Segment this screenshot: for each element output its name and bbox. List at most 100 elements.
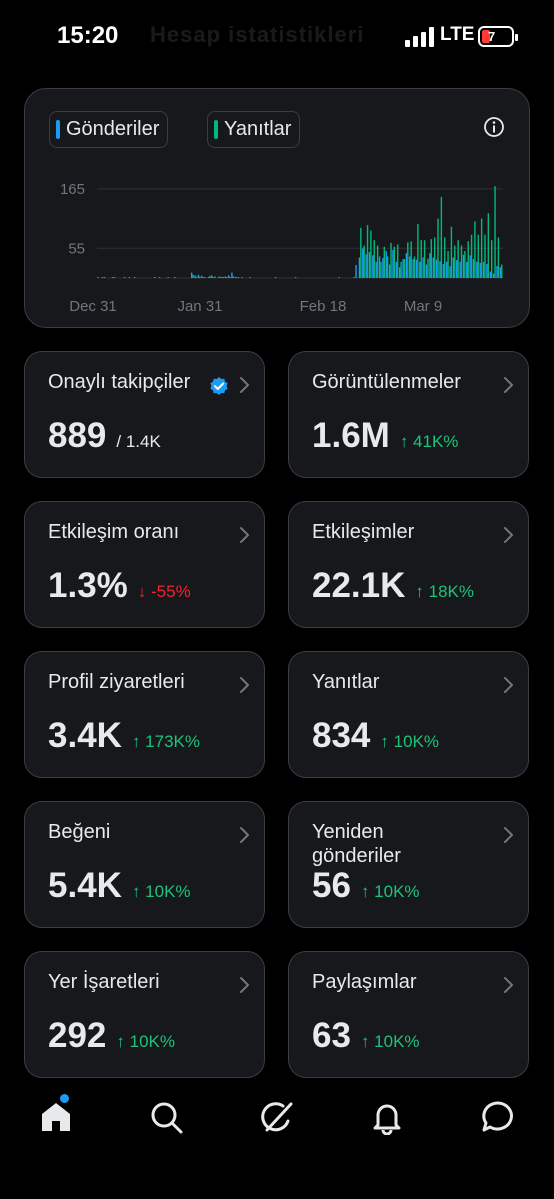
posts-bar xyxy=(224,276,226,278)
stat-label: Yer İşaretleri xyxy=(48,971,160,993)
posts-bar xyxy=(190,272,193,278)
stat-card[interactable]: Görüntülenmeler 1.6M ↑ 41K% xyxy=(288,351,529,478)
posts-bar xyxy=(167,277,169,278)
replies-bar xyxy=(360,227,362,278)
posts-bar xyxy=(422,257,424,278)
stat-card[interactable]: Etkileşimler 22.1K ↑ 18K% xyxy=(288,501,529,628)
messages-icon[interactable] xyxy=(480,1099,516,1135)
chevron-right-icon xyxy=(504,677,513,693)
stat-value-row: 1.3% ↓ -55% xyxy=(48,566,191,612)
replies-bar xyxy=(353,276,355,278)
background-page-title: Hesap istatistikleri xyxy=(150,22,365,47)
posts-bar xyxy=(466,261,468,278)
posts-bar xyxy=(211,275,213,278)
posts-bar xyxy=(395,261,398,278)
replies-bar xyxy=(447,251,449,278)
replies-bar xyxy=(494,186,496,278)
posts-bar xyxy=(496,266,498,278)
posts-bar xyxy=(388,264,391,278)
stat-card[interactable]: Onaylı takipçiler 889 / 1.4K xyxy=(24,351,265,478)
grok-icon[interactable] xyxy=(259,1099,295,1135)
stat-value: 889 xyxy=(48,416,107,455)
home-notification-dot xyxy=(60,1094,69,1103)
replies-bar xyxy=(386,256,389,278)
posts-bar xyxy=(217,277,220,278)
network-type: LTE xyxy=(440,24,475,45)
stat-value: 1.6M xyxy=(312,416,390,455)
posts-bar xyxy=(174,277,176,278)
stat-card[interactable]: Profil ziyaretleri 3.4K ↑ 173K% xyxy=(24,651,265,778)
stat-card[interactable]: Beğeni 5.4K ↑ 10K% xyxy=(24,801,265,928)
replies-bar xyxy=(410,241,412,278)
stat-value: 56 xyxy=(312,866,351,905)
x-tick-label: Jan 31 xyxy=(177,298,222,315)
posts-bar xyxy=(154,277,156,278)
replies-bar xyxy=(433,237,436,278)
posts-bar xyxy=(405,253,408,278)
search-icon[interactable] xyxy=(148,1099,184,1135)
replies-bar xyxy=(225,277,228,278)
replies-bar xyxy=(101,277,104,278)
home-icon[interactable] xyxy=(38,1099,74,1135)
replies-bar xyxy=(423,240,426,278)
stat-card[interactable]: Paylaşımlar 63 ↑ 10K% xyxy=(288,951,529,1078)
posts-bar xyxy=(415,259,418,278)
stat-card[interactable]: Yer İşaretleri 292 ↑ 10K% xyxy=(24,951,265,1078)
replies-bar xyxy=(407,242,409,278)
posts-bar xyxy=(486,263,488,278)
replies-bar xyxy=(209,275,211,278)
posts-bar xyxy=(378,256,381,278)
posts-bar xyxy=(429,253,431,278)
activity-bar-chart: 165 55 Dec 31 Jan 31 Feb 18 Mar 9 xyxy=(60,181,503,315)
replies-bar xyxy=(202,277,204,278)
change-up: ↑ 18K% xyxy=(415,582,474,601)
change-up: ↑ 10K% xyxy=(116,1032,175,1051)
posts-bar xyxy=(204,277,206,278)
posts-bar xyxy=(409,256,411,278)
stat-card[interactable]: Yeniden gönderiler 56 ↑ 10K% xyxy=(288,801,529,928)
verified-badge-icon xyxy=(210,377,228,395)
chevron-right-icon xyxy=(504,977,513,993)
stat-label: Görüntülenmeler xyxy=(312,371,461,393)
battery-icon: 7 xyxy=(478,26,518,47)
stat-label: Paylaşımlar xyxy=(312,971,417,993)
posts-bar xyxy=(452,257,455,278)
posts-bar xyxy=(492,273,495,278)
posts-bar xyxy=(274,277,277,278)
replies-bar xyxy=(383,246,386,278)
replies-bar xyxy=(199,276,201,278)
stat-card[interactable]: Yanıtlar 834 ↑ 10K% xyxy=(288,651,529,778)
change-down: ↓ -55% xyxy=(137,582,191,601)
bottom-navigation xyxy=(0,1085,554,1199)
replies-bar xyxy=(397,244,399,278)
replies-bar xyxy=(393,246,396,278)
stat-card[interactable]: Etkileşim oranı 1.3% ↓ -55% xyxy=(24,501,265,628)
replies-bar xyxy=(128,277,131,278)
posts-bar xyxy=(385,251,387,278)
posts-bar xyxy=(499,267,502,278)
replies-bar xyxy=(373,240,375,278)
posts-bar xyxy=(462,254,465,278)
stat-value-row: 56 ↑ 10K% xyxy=(312,866,420,912)
posts-bar xyxy=(362,248,364,278)
posts-bar xyxy=(449,266,451,278)
stat-label: Etkileşim oranı xyxy=(48,521,180,543)
replies-bar xyxy=(437,218,439,278)
replies-bar xyxy=(454,245,456,278)
replies-bar xyxy=(477,234,479,278)
replies-bar xyxy=(249,277,251,278)
stat-value: 292 xyxy=(48,1016,107,1055)
chevron-right-icon xyxy=(504,827,513,843)
x-tick-label: Dec 31 xyxy=(69,298,117,315)
replies-bar xyxy=(487,213,490,278)
notifications-bell-icon[interactable] xyxy=(369,1099,405,1135)
stat-label: Profil ziyaretleri xyxy=(48,671,185,693)
posts-bar xyxy=(382,258,384,278)
chevron-right-icon xyxy=(504,527,513,543)
status-bar: Hesap istatistikleri 15:20 LTE 7 xyxy=(0,0,554,75)
y-tick-label: 55 xyxy=(68,240,85,257)
replies-bar xyxy=(111,277,114,278)
posts-bar xyxy=(482,261,485,278)
posts-bar xyxy=(476,261,478,278)
stat-value: 1.3% xyxy=(48,566,128,605)
